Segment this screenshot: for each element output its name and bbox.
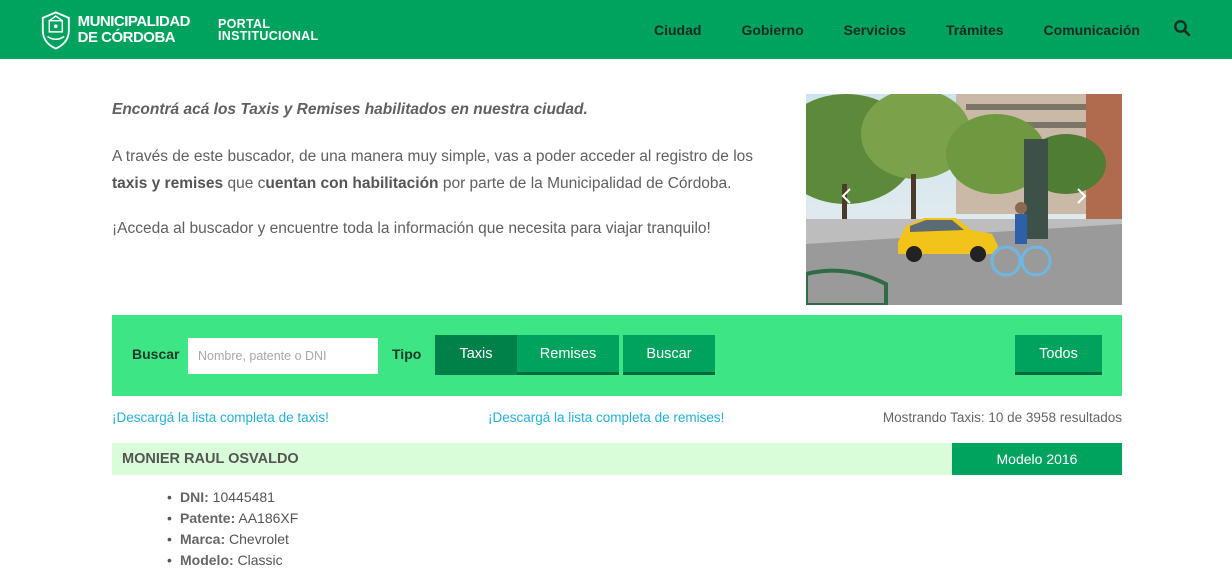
city-crest-icon [41, 11, 70, 50]
search-panel: Buscar Tipo Taxis Remises Buscar Todos [112, 315, 1122, 396]
result-row-header[interactable]: MONIER RAUL OSVALDO Modelo 2016 [112, 443, 1122, 475]
result-details-list: DNI: 10445481 Patente: AA186XF Marca: Ch… [167, 487, 298, 571]
carousel-prev-chevron-icon[interactable] [840, 186, 854, 206]
image-carousel [806, 94, 1122, 305]
nav-item-comunicacion[interactable]: Comunicación [1044, 22, 1140, 38]
download-links-row: ¡Descargá la lista completa de taxis! ¡D… [112, 410, 1122, 430]
list-item: Patente: AA186XF [167, 508, 298, 529]
results-count: Mostrando Taxis: 10 de 3958 resultados [882, 410, 1122, 425]
intro-paragraph-2: ¡Acceda al buscador y encuentre toda la … [112, 220, 711, 237]
intro-lead: Encontrá acá los Taxis y Remises habilit… [112, 101, 588, 118]
list-item: Modelo: Classic [167, 550, 298, 571]
buscar-button[interactable]: Buscar [623, 335, 715, 375]
main-nav: Ciudad Gobierno Servicios Trámites Comun… [654, 0, 1140, 59]
model-badge: Modelo 2016 [952, 443, 1122, 475]
intro-paragraph-1: A través de este buscador, de una manera… [112, 148, 754, 192]
search-input[interactable] [188, 338, 378, 374]
type-taxis-button[interactable]: Taxis [435, 335, 517, 375]
list-item: DNI: 10445481 [167, 487, 298, 508]
top-navbar: MUNICIPALIDAD DE CÓRDOBA PORTAL INSTITUC… [0, 0, 1232, 59]
logo-line-1: MUNICIPALIDAD [77, 13, 191, 30]
list-item: Marca: Chevrolet [167, 529, 298, 550]
carousel-next-chevron-icon[interactable] [1074, 186, 1088, 206]
logo-line-2: DE CÓRDOBA [77, 29, 176, 46]
intro-section: Encontrá acá los Taxis y Remises habilit… [112, 96, 772, 260]
result-name: MONIER RAUL OSVALDO [122, 451, 299, 467]
municipalidad-logo[interactable]: MUNICIPALIDAD DE CÓRDOBA [40, 8, 191, 52]
nav-item-ciudad[interactable]: Ciudad [654, 22, 701, 38]
search-icon[interactable] [1173, 19, 1191, 37]
download-remises-link[interactable]: ¡Descargá la lista completa de remises! [488, 410, 724, 425]
portal-line-2: INSTITUCIONAL [218, 29, 319, 43]
search-label: Buscar [132, 346, 180, 362]
portal-institucional-link[interactable]: PORTAL INSTITUCIONAL [218, 18, 319, 43]
todos-button[interactable]: Todos [1015, 335, 1102, 375]
nav-item-tramites[interactable]: Trámites [946, 22, 1004, 38]
tipo-label: Tipo [392, 346, 422, 362]
nav-item-gobierno[interactable]: Gobierno [741, 22, 803, 38]
type-remises-button[interactable]: Remises [517, 335, 619, 375]
download-taxis-link[interactable]: ¡Descargá la lista completa de taxis! [112, 410, 329, 425]
nav-item-servicios[interactable]: Servicios [844, 22, 906, 38]
